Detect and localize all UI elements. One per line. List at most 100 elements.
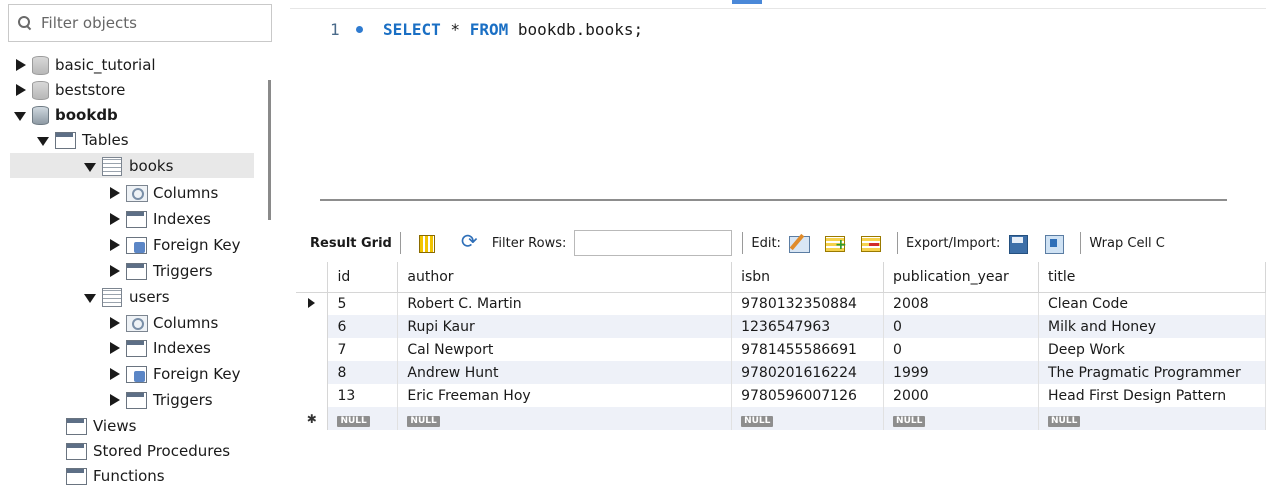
cell-id[interactable]: 5 [327,292,399,315]
cell-title[interactable]: Milk and Honey [1038,315,1266,338]
table-row[interactable]: 6 Rupi Kaur 1236547963 0 Milk and Honey [296,315,1266,338]
cell-isbn[interactable]: 9780596007126 [731,384,885,407]
column-header-author[interactable]: author [397,262,733,293]
cell-title[interactable]: Clean Code [1038,292,1266,315]
node-label: Triggers [153,261,213,280]
schema-item-beststore[interactable]: beststore [14,77,125,102]
users-triggers[interactable]: Triggers [108,387,213,412]
cell-isbn[interactable]: 9781455586691 [731,338,885,361]
refresh-icon[interactable] [459,229,481,253]
expand-arrow-icon[interactable] [14,83,26,96]
row-header[interactable] [296,315,329,338]
expand-arrow-icon[interactable] [14,58,26,71]
cell-publication-year[interactable]: 0 [883,315,1039,338]
functions-folder[interactable]: Functions [48,463,165,488]
result-grid[interactable]: id author isbn publication_year title 5 … [296,262,1266,458]
row-header[interactable]: ✱ [296,407,329,430]
schema-item-bookdb[interactable]: bookdb [14,102,118,127]
null-cell[interactable]: NULL [731,407,885,430]
collapse-arrow-icon[interactable] [14,109,26,121]
table-item-users[interactable]: users [84,284,170,309]
null-cell[interactable]: NULL [327,407,399,430]
expand-arrow-icon[interactable] [108,264,120,277]
collapse-arrow-icon[interactable] [84,160,96,172]
users-columns[interactable]: Columns [108,310,218,335]
collapse-arrow-icon[interactable] [84,291,96,303]
expand-arrow-icon[interactable] [108,316,120,329]
views-folder[interactable]: Views [48,413,136,438]
result-grid-tab[interactable]: Result Grid [310,236,392,251]
cell-title[interactable]: Head First Design Pattern [1038,384,1266,407]
column-header-publication-year[interactable]: publication_year [883,262,1039,293]
null-cell[interactable]: NULL [883,407,1039,430]
cell-id[interactable]: 7 [327,338,399,361]
row-header[interactable] [296,338,329,361]
cell-author[interactable]: Robert C. Martin [397,292,733,315]
stored-procedures-folder[interactable]: Stored Procedures [48,438,230,463]
column-header-title[interactable]: title [1038,262,1266,293]
cell-author[interactable]: Rupi Kaur [397,315,733,338]
expand-arrow-icon[interactable] [108,238,120,251]
expand-arrow-icon[interactable] [108,341,120,354]
import-icon[interactable] [1043,233,1065,254]
cell-author[interactable]: Andrew Hunt [397,361,733,384]
collapse-arrow-icon[interactable] [37,134,49,146]
export-icon[interactable] [1007,233,1029,254]
table-item-books[interactable]: books [10,153,254,178]
cell-id[interactable]: 8 [327,361,399,384]
books-triggers[interactable]: Triggers [108,258,213,283]
sql-editor[interactable]: 1 SELECT * FROM bookdb.books; [290,0,1266,190]
table-row[interactable]: 5 Robert C. Martin 9780132350884 2008 Cl… [296,292,1266,315]
row-header[interactable] [296,384,329,407]
new-row[interactable]: ✱ NULL NULL NULL NULL NULL [296,407,1266,430]
tables-folder[interactable]: Tables [37,127,129,152]
null-badge: NULL [741,415,774,427]
cell-isbn[interactable]: 9780201616224 [731,361,885,384]
edit-cell-icon[interactable] [788,233,810,253]
delete-row-icon[interactable] [860,233,882,253]
editor-result-splitter[interactable] [320,199,1227,201]
cell-publication-year[interactable]: 1999 [883,361,1039,384]
null-cell[interactable]: NULL [1038,407,1266,430]
books-columns[interactable]: Columns [108,180,218,205]
table-row[interactable]: 13 Eric Freeman Hoy 9780596007126 2000 H… [296,384,1266,407]
node-label: Columns [153,183,219,202]
row-header[interactable] [296,361,329,384]
table-icon [102,287,122,307]
null-cell[interactable]: NULL [397,407,733,430]
cell-isbn[interactable]: 1236547963 [731,315,885,338]
cell-id[interactable]: 6 [327,315,399,338]
cell-publication-year[interactable]: 2000 [883,384,1039,407]
editor-line[interactable]: 1 SELECT * FROM bookdb.books; [330,20,643,39]
cell-title[interactable]: The Pragmatic Programmer [1038,361,1266,384]
cell-author[interactable]: Cal Newport [397,338,733,361]
books-foreign-keys[interactable]: Foreign Key [108,232,241,257]
cell-title[interactable]: Deep Work [1038,338,1266,361]
books-indexes[interactable]: Indexes [108,206,211,231]
row-header[interactable] [296,292,329,315]
table-row[interactable]: 8 Andrew Hunt 9780201616224 1999 The Pra… [296,361,1266,384]
cell-publication-year[interactable]: 2008 [883,292,1039,315]
expand-arrow-icon[interactable] [108,393,120,406]
grid-view-icon[interactable] [416,233,438,253]
filter-rows-input[interactable] [574,230,733,256]
cell-isbn[interactable]: 9780132350884 [731,292,885,315]
add-row-icon[interactable] [824,233,847,253]
users-indexes[interactable]: Indexes [108,335,211,360]
column-header-isbn[interactable]: isbn [731,262,885,293]
schema-item-basic-tutorial[interactable]: basic_tutorial [14,52,156,77]
cell-author[interactable]: Eric Freeman Hoy [397,384,733,407]
column-header-id[interactable]: id [327,262,399,293]
expand-arrow-icon[interactable] [108,186,120,199]
expand-arrow-icon[interactable] [108,212,120,225]
cell-publication-year[interactable]: 0 [883,338,1039,361]
cell-id[interactable]: 13 [327,384,399,407]
wrap-cell-label[interactable]: Wrap Cell C [1089,236,1164,251]
node-label: Foreign Key [153,235,241,254]
users-foreign-keys[interactable]: Foreign Key [108,361,241,386]
table-row[interactable]: 7 Cal Newport 9781455586691 0 Deep Work [296,338,1266,361]
navigator-scrollbar[interactable] [268,80,271,220]
filter-objects-box[interactable] [8,4,272,42]
expand-arrow-icon[interactable] [108,367,120,380]
filter-objects-input[interactable] [41,14,261,32]
